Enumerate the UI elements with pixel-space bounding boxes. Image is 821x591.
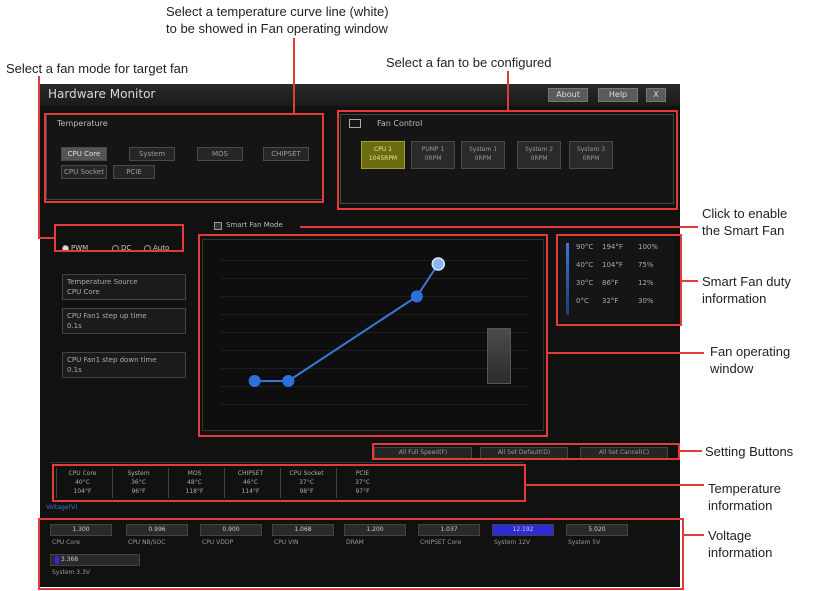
step-down-box[interactable]: CPU Fan1 step down time 0.1s — [62, 352, 186, 378]
step-down-value: 0.1s — [67, 366, 82, 374]
title-bar: Hardware Monitor About Help X — [40, 84, 680, 106]
callout-smart-fan: Click to enable the Smart Fan — [702, 206, 788, 238]
app-title: Hardware Monitor — [48, 87, 156, 101]
step-down-label: CPU Fan1 step down time — [67, 356, 157, 364]
leader-curve-line — [293, 38, 295, 113]
about-button[interactable]: About — [548, 88, 588, 102]
voltage-header: Voltage(V) — [46, 504, 78, 511]
highlight-fan-selection — [337, 110, 678, 210]
smart-fan-label: Smart Fan Mode — [226, 221, 283, 229]
highlight-temperature-selection — [44, 113, 324, 203]
highlight-fan-mode — [54, 224, 184, 252]
leader-fan-mode-v — [38, 76, 40, 239]
callout-fan-mode: Select a fan mode for target fan — [6, 61, 189, 76]
help-button[interactable]: Help — [598, 88, 638, 102]
step-up-box[interactable]: CPU Fan1 step up time 0.1s — [62, 308, 186, 334]
callout-select-fan: Select a fan to be configured — [386, 55, 552, 70]
leader-voltage — [684, 534, 704, 536]
close-button[interactable]: X — [646, 88, 666, 102]
leader-setting — [680, 450, 702, 452]
temperature-source-label: Temperature Source — [67, 278, 138, 286]
highlight-temperature-info — [52, 464, 526, 502]
callout-window: Fan operating window — [710, 344, 791, 376]
leader-select-fan — [507, 71, 509, 110]
smart-fan-checkbox[interactable] — [214, 222, 222, 230]
callout-setting: Setting Buttons — [705, 444, 794, 459]
leader-smart-fan — [300, 226, 698, 228]
callout-curve-line: Select a temperature curve line (white) … — [166, 4, 389, 36]
highlight-fan-operating-window — [198, 234, 548, 437]
leader-duty — [682, 280, 698, 282]
temperature-source-box[interactable]: Temperature Source CPU Core — [62, 274, 186, 300]
leader-fan-mode-h — [38, 237, 54, 239]
highlight-smart-fan-duty — [556, 234, 682, 326]
temperature-source-value: CPU Core — [67, 288, 100, 296]
callout-duty: Smart Fan duty information — [702, 274, 791, 306]
leader-window — [548, 352, 704, 354]
highlight-setting-buttons — [372, 443, 680, 460]
highlight-voltage-info — [38, 518, 684, 590]
step-up-label: CPU Fan1 step up time — [67, 312, 147, 320]
callout-temperature: Temperature information — [708, 481, 781, 513]
leader-temperature — [526, 484, 704, 486]
callout-voltage: Voltage information — [708, 528, 773, 560]
temperature-info — [50, 462, 524, 463]
step-up-value: 0.1s — [67, 322, 82, 330]
